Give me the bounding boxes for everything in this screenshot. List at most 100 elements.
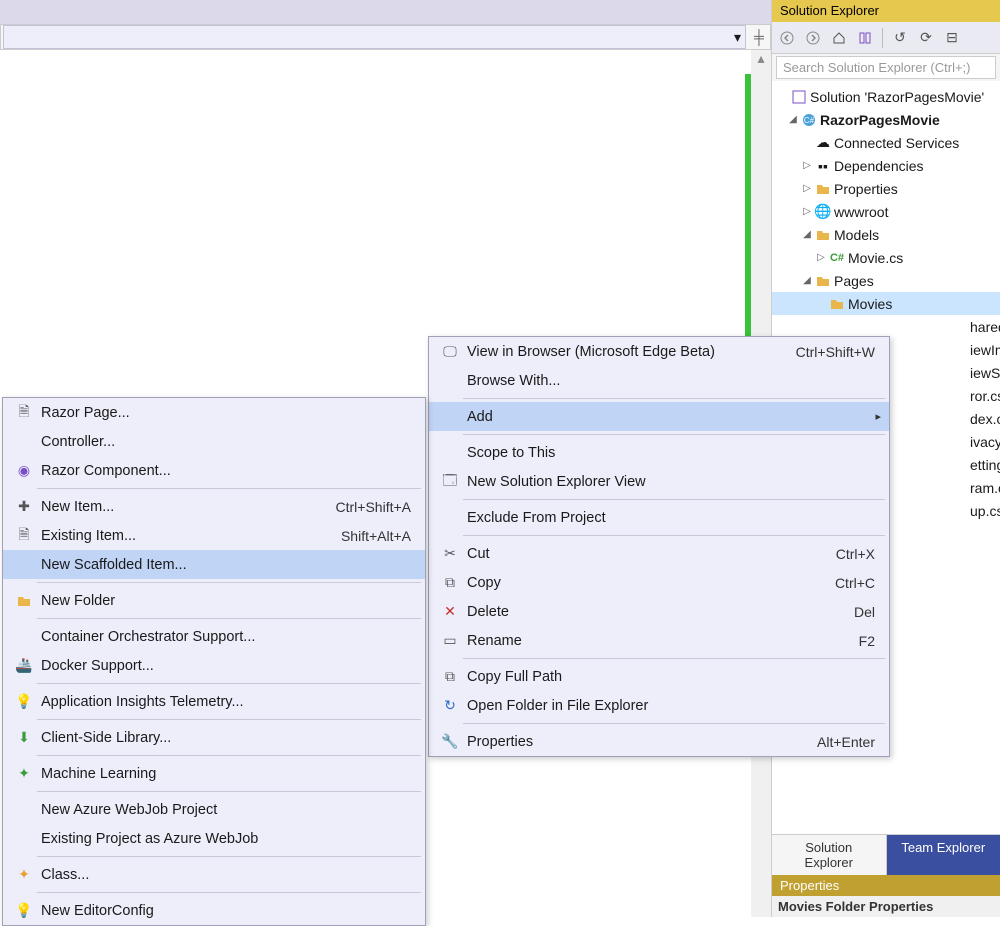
menu-new-view[interactable]: 🗔New Solution Explorer View: [429, 467, 889, 496]
tree-item[interactable]: ◢Models: [772, 223, 1000, 246]
menu-app-insights[interactable]: 💡Application Insights Telemetry...: [3, 687, 425, 716]
tab-team-explorer[interactable]: Team Explorer: [887, 835, 1000, 875]
cut-icon: ✂: [437, 545, 463, 562]
menu-azure-webjob[interactable]: New Azure WebJob Project: [3, 795, 425, 824]
tree-item[interactable]: hared: [772, 315, 1000, 338]
search-input[interactable]: Search Solution Explorer (Ctrl+;): [776, 56, 996, 79]
csharp-file-icon: C#: [828, 252, 846, 264]
change-indicator: [745, 74, 751, 354]
collapse-icon[interactable]: ◢: [800, 229, 814, 240]
menu-docker[interactable]: 🚢Docker Support...: [3, 651, 425, 680]
menu-delete[interactable]: ✕DeleteDel: [429, 597, 889, 626]
menu-browse-with[interactable]: Browse With...: [429, 366, 889, 395]
menu-separator: [463, 398, 885, 399]
collapse-icon[interactable]: ⊟: [941, 27, 963, 49]
expand-icon[interactable]: ▷: [814, 252, 828, 263]
history-icon[interactable]: ↺: [889, 27, 911, 49]
submenu-arrow-icon: ▸: [875, 410, 881, 423]
menu-add[interactable]: Add▸: [429, 402, 889, 431]
tree-item[interactable]: ▷🌐wwwroot: [772, 200, 1000, 223]
menu-separator: [463, 658, 885, 659]
refresh-icon[interactable]: ⟳: [915, 27, 937, 49]
menu-razor-page[interactable]: 🗎Razor Page...: [3, 398, 425, 427]
library-icon: ⬇: [11, 729, 37, 746]
menu-container-orch[interactable]: Container Orchestrator Support...: [3, 622, 425, 651]
tree-item[interactable]: ▷▪▪Dependencies: [772, 154, 1000, 177]
existing-item-icon: 🗎: [11, 524, 37, 548]
menu-open-folder[interactable]: ↻Open Folder in File Explorer: [429, 691, 889, 720]
menu-separator: [37, 488, 421, 489]
folder-icon: [814, 183, 832, 195]
split-icon[interactable]: ╪: [748, 29, 770, 45]
menu-existing-item[interactable]: 🗎Existing Item...Shift+Alt+A: [3, 521, 425, 550]
project-node[interactable]: ◢C#RazorPagesMovie: [772, 108, 1000, 131]
folder-icon: [828, 298, 846, 310]
bulb-icon: 💡: [11, 902, 37, 919]
menu-copy[interactable]: ⧉CopyCtrl+C: [429, 568, 889, 597]
menu-new-folder[interactable]: New Folder: [3, 586, 425, 615]
menu-separator: [37, 791, 421, 792]
properties-subject: Movies Folder Properties: [772, 896, 1000, 917]
home-icon[interactable]: [828, 27, 850, 49]
menu-separator: [37, 719, 421, 720]
new-item-icon: ✚: [11, 498, 37, 515]
expand-icon[interactable]: ▷: [800, 183, 814, 194]
page-icon: 🗎: [11, 401, 37, 425]
menu-client-lib[interactable]: ⬇Client-Side Library...: [3, 723, 425, 752]
globe-icon: 🌐: [814, 203, 832, 220]
sync-icon[interactable]: [854, 27, 876, 49]
expand-icon[interactable]: ▷: [800, 160, 814, 171]
menu-rename[interactable]: ▭RenameF2: [429, 626, 889, 655]
menu-separator: [37, 582, 421, 583]
tree-item[interactable]: ▷Properties: [772, 177, 1000, 200]
csharp-project-icon: C#: [800, 113, 818, 127]
back-icon[interactable]: [776, 27, 798, 49]
menu-controller[interactable]: Controller...: [3, 427, 425, 456]
menu-machine-learning[interactable]: ✦Machine Learning: [3, 759, 425, 788]
menu-new-item[interactable]: ✚New Item...Ctrl+Shift+A: [3, 492, 425, 521]
folder-icon: [814, 229, 832, 241]
ml-icon: ✦: [11, 765, 37, 782]
add-submenu: 🗎Razor Page... Controller... ◉Razor Comp…: [2, 397, 426, 926]
expand-icon[interactable]: ▷: [800, 206, 814, 217]
class-icon: ✦: [11, 866, 37, 883]
tree-item-selected[interactable]: Movies: [772, 292, 1000, 315]
solution-node[interactable]: Solution 'RazorPagesMovie': [772, 85, 1000, 108]
panel-toolbar: ↺ ⟳ ⊟: [772, 22, 1000, 54]
menu-separator: [463, 499, 885, 500]
tree-item[interactable]: ▷C#Movie.cs: [772, 246, 1000, 269]
svg-text:C#: C#: [804, 116, 815, 125]
folder-icon: [814, 275, 832, 287]
delete-icon: ✕: [437, 603, 463, 620]
panel-tabs: Solution Explorer Team Explorer: [772, 834, 1000, 875]
menu-editorconfig[interactable]: 💡New EditorConfig: [3, 896, 425, 925]
tab-solution-explorer[interactable]: Solution Explorer: [772, 835, 887, 875]
collapse-icon[interactable]: ◢: [800, 275, 814, 286]
cloud-icon: ☁: [814, 134, 832, 151]
menu-cut[interactable]: ✂CutCtrl+X: [429, 539, 889, 568]
menu-scaffolded-item[interactable]: New Scaffolded Item...: [3, 550, 425, 579]
tree-item[interactable]: ◢Pages: [772, 269, 1000, 292]
scroll-up-icon[interactable]: ▴: [751, 50, 771, 68]
menu-properties[interactable]: 🔧PropertiesAlt+Enter: [429, 727, 889, 756]
component-icon: ◉: [11, 462, 37, 479]
menu-view-in-browser[interactable]: 🖵View in Browser (Microsoft Edge Beta)Ct…: [429, 337, 889, 366]
browser-icon: 🖵: [437, 343, 463, 360]
breadcrumb-bar: ▾ ╪: [0, 24, 771, 50]
copy-icon: ⧉: [437, 574, 463, 591]
tree-item[interactable]: ☁Connected Services: [772, 131, 1000, 154]
solution-icon: [790, 90, 808, 104]
menu-copy-path[interactable]: ⧉Copy Full Path: [429, 662, 889, 691]
folder-icon: [11, 595, 37, 607]
panel-title: Solution Explorer: [772, 0, 1000, 22]
menu-class[interactable]: ✦Class...: [3, 860, 425, 889]
breadcrumb-combo[interactable]: ▾: [3, 25, 746, 49]
menu-scope[interactable]: Scope to This: [429, 438, 889, 467]
insights-icon: 💡: [11, 693, 37, 710]
collapse-icon[interactable]: ◢: [786, 114, 800, 125]
forward-icon[interactable]: [802, 27, 824, 49]
menu-existing-webjob[interactable]: Existing Project as Azure WebJob: [3, 824, 425, 853]
open-folder-icon: ↻: [437, 697, 463, 714]
menu-razor-component[interactable]: ◉Razor Component...: [3, 456, 425, 485]
menu-exclude[interactable]: Exclude From Project: [429, 503, 889, 532]
